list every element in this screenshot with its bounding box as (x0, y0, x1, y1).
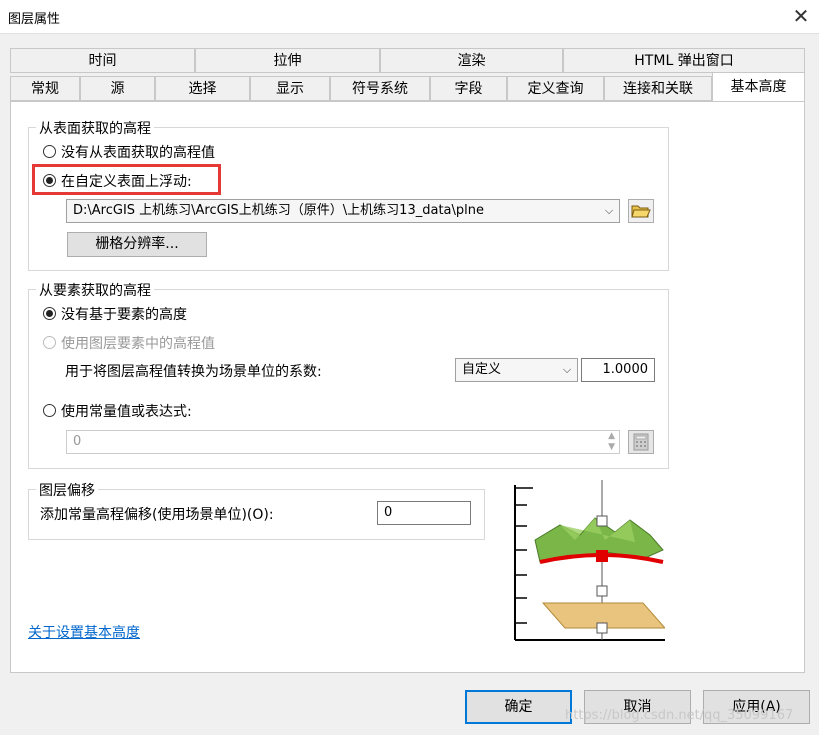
chevron-down-icon: ⌵ (562, 363, 572, 376)
elevation-diagram (514, 480, 667, 641)
window-title: 图层属性 (8, 12, 61, 27)
factor-unit-value: 自定义 (462, 362, 502, 377)
raster-resolution-button[interactable]: 栅格分辨率... (67, 232, 207, 257)
tab-selection[interactable]: 选择 (155, 76, 250, 101)
tab-display[interactable]: 显示 (250, 76, 330, 101)
tab-base-heights[interactable]: 基本高度 (712, 72, 805, 101)
tab-general[interactable]: 常规 (10, 76, 80, 101)
radio-constant-expression-label: 使用常量值或表达式: (61, 404, 192, 420)
help-link[interactable]: 关于设置基本高度 (28, 622, 140, 642)
surface-path-value: D:\ArcGIS 上机练习\ArcGIS上机练习（原件）\上机练习13_dat… (73, 203, 484, 218)
close-icon[interactable]: ✕ (783, 0, 819, 33)
radio-layer-elevation[interactable] (43, 336, 56, 349)
radio-no-surface-label: 没有从表面获取的高程值 (61, 145, 215, 161)
tab-extrusion[interactable]: 拉伸 (195, 48, 380, 73)
expression-builder-button[interactable] (628, 430, 654, 454)
offset-field[interactable]: 0 (377, 501, 471, 525)
expression-value: 0 (73, 434, 82, 449)
offset-group-title: 图层偏移 (36, 480, 98, 500)
factor-value-field[interactable]: 1.0000 (581, 358, 655, 382)
chevron-down-icon: ⌵ (604, 204, 614, 217)
tab-rendering[interactable]: 渲染 (380, 48, 563, 73)
tab-source[interactable]: 源 (80, 76, 155, 101)
radio-constant-expression[interactable] (43, 404, 56, 417)
radio-no-feature-height[interactable] (43, 307, 56, 320)
tab-time[interactable]: 时间 (10, 48, 195, 73)
calculator-icon (633, 433, 649, 451)
expression-field[interactable]: 0 ▲ ▼ (66, 430, 620, 454)
spinner-icon[interactable]: ▲ ▼ (608, 431, 615, 453)
base-height-marker (596, 550, 608, 562)
ok-button[interactable]: 确定 (465, 690, 572, 724)
folder-open-icon (631, 205, 651, 218)
tab-html-popup[interactable]: HTML 弹出窗口 (563, 48, 805, 73)
tab-fields[interactable]: 字段 (430, 76, 507, 101)
surface-group-title: 从表面获取的高程 (36, 118, 154, 138)
factor-unit-combo[interactable]: 自定义 ⌵ (455, 358, 578, 382)
open-folder-button[interactable] (628, 199, 654, 223)
base-height-illustration (505, 480, 667, 645)
watermark: https://blog.csdn.net/qq_35099167 (565, 708, 794, 723)
radio-custom-surface-label: 在自定义表面上浮动: (61, 174, 192, 190)
radio-no-surface[interactable] (43, 145, 56, 158)
radio-custom-surface[interactable] (43, 174, 56, 187)
surface-path-combo[interactable]: D:\ArcGIS 上机练习\ArcGIS上机练习（原件）\上机练习13_dat… (66, 199, 620, 223)
tab-definition-query[interactable]: 定义查询 (507, 76, 604, 101)
radio-no-feature-height-label: 没有基于要素的高度 (61, 307, 187, 323)
feature-group-title: 从要素获取的高程 (36, 280, 154, 300)
offset-label: 添加常量高程偏移(使用场景单位)(O): (40, 507, 274, 523)
factor-label: 用于将图层高程值转换为场景单位的系数: (65, 364, 322, 380)
tab-joins-relates[interactable]: 连接和关联 (604, 76, 712, 101)
radio-layer-elevation-label: 使用图层要素中的高程值 (61, 336, 215, 352)
title-bar: 图层属性 ✕ (0, 0, 819, 34)
tab-symbology[interactable]: 符号系统 (330, 76, 430, 101)
